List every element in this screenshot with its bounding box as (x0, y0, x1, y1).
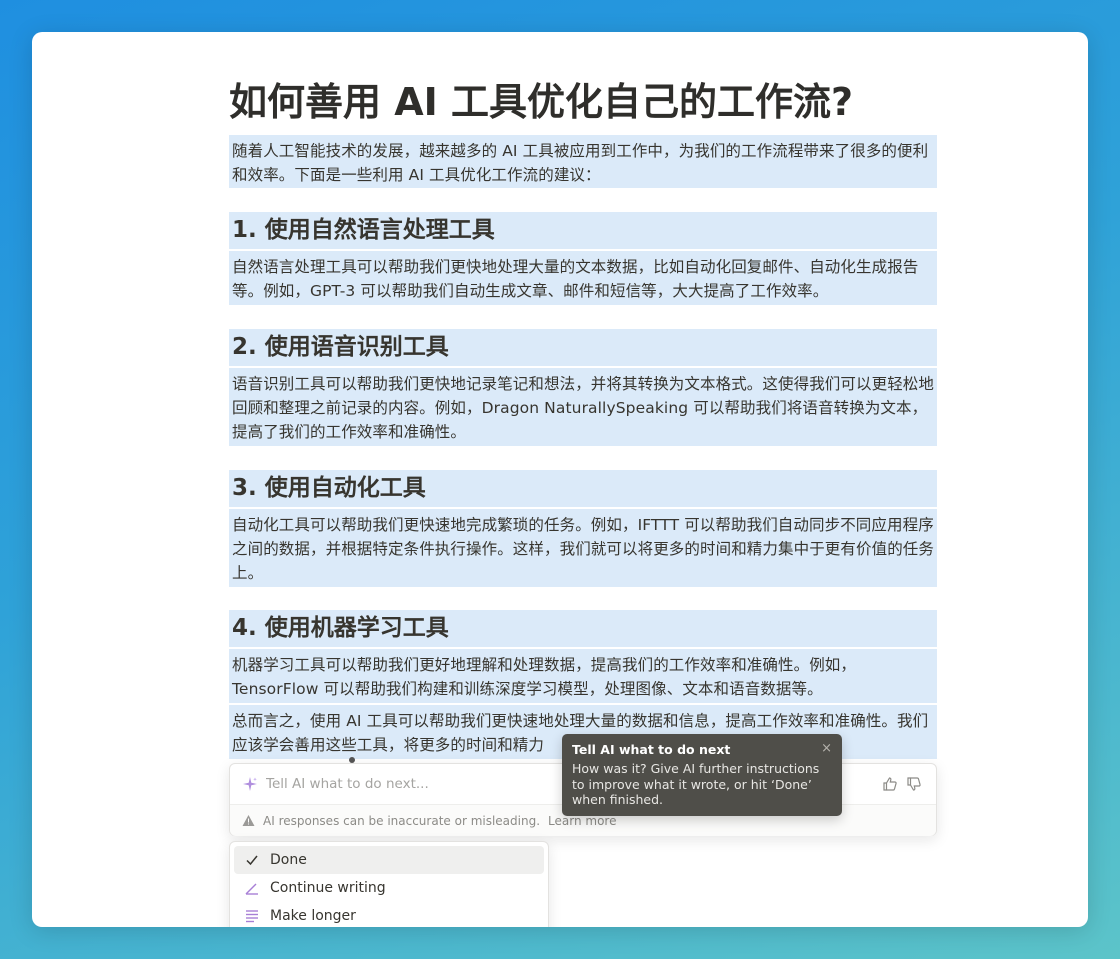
ai-prompt-input[interactable] (266, 776, 566, 792)
page-title[interactable]: 如何善用 AI 工具优化自己的工作流? (229, 76, 937, 128)
feedback-buttons (882, 776, 922, 792)
warning-icon (242, 814, 255, 827)
menu-item-label: Done (270, 852, 307, 868)
ai-actions-menu: Done Continue writing Make longer (229, 841, 549, 927)
heading-block-3[interactable]: 3. 使用自动化工具 (229, 470, 937, 507)
check-icon (244, 852, 260, 868)
section-heading: 3. 使用自动化工具 (232, 475, 426, 501)
lines-icon (244, 908, 260, 924)
section-paragraph: 机器学习工具可以帮助我们更好地理解和处理数据，提高我们的工作效率和准确性。例如，… (232, 656, 857, 698)
thumbs-up-icon[interactable] (882, 776, 898, 792)
intro-paragraph: 随着人工智能技术的发展，越来越多的 AI 工具被应用到工作中，为我们的工作流程带… (232, 142, 929, 184)
sparkle-icon (242, 776, 258, 792)
section-heading: 1. 使用自然语言处理工具 (232, 217, 495, 243)
close-icon[interactable]: × (821, 741, 832, 756)
menu-item-label: Continue writing (270, 880, 386, 896)
heading-block-1[interactable]: 1. 使用自然语言处理工具 (229, 212, 937, 249)
editor-window: 如何善用 AI 工具优化自己的工作流? 随着人工智能技术的发展，越来越多的 AI… (32, 32, 1088, 927)
menu-item-done[interactable]: Done (234, 846, 544, 874)
menu-item-label: Make longer (270, 908, 356, 924)
thumbs-down-icon[interactable] (906, 776, 922, 792)
paragraph-block-2[interactable]: 语音识别工具可以帮助我们更快地记录笔记和想法，并将其转换为文本格式。这使得我们可… (229, 368, 937, 446)
section-paragraph: 自动化工具可以帮助我们更快速地完成繁琐的任务。例如，IFTTT 可以帮助我们自动… (232, 516, 935, 582)
section-paragraph: 语音识别工具可以帮助我们更快地记录笔记和想法，并将其转换为文本格式。这使得我们可… (232, 375, 935, 441)
heading-block-2[interactable]: 2. 使用语音识别工具 (229, 329, 937, 366)
intro-block[interactable]: 随着人工智能技术的发展，越来越多的 AI 工具被应用到工作中，为我们的工作流程带… (229, 135, 937, 188)
tooltip-body: How was it? Give AI further instructions… (572, 761, 820, 807)
pen-icon (244, 880, 260, 896)
menu-item-continue-writing[interactable]: Continue writing (234, 874, 544, 902)
section-paragraph: 自然语言处理工具可以帮助我们更快地处理大量的文本数据，比如自动化回复邮件、自动化… (232, 258, 919, 300)
heading-block-4[interactable]: 4. 使用机器学习工具 (229, 610, 937, 647)
section-heading: 2. 使用语音识别工具 (232, 334, 449, 360)
onboarding-tooltip: Tell AI what to do next How was it? Give… (562, 734, 842, 816)
paragraph-block-3[interactable]: 自动化工具可以帮助我们更快速地完成繁琐的任务。例如，IFTTT 可以帮助我们自动… (229, 509, 937, 587)
paragraph-block-4[interactable]: 机器学习工具可以帮助我们更好地理解和处理数据，提高我们的工作效率和准确性。例如，… (229, 649, 937, 703)
menu-item-make-longer[interactable]: Make longer (234, 902, 544, 927)
tooltip-title: Tell AI what to do next (572, 742, 731, 757)
paragraph-block-1[interactable]: 自然语言处理工具可以帮助我们更快地处理大量的文本数据，比如自动化回复邮件、自动化… (229, 251, 937, 305)
section-heading: 4. 使用机器学习工具 (232, 615, 449, 641)
disclaimer-text: AI responses can be inaccurate or mislea… (263, 813, 541, 828)
